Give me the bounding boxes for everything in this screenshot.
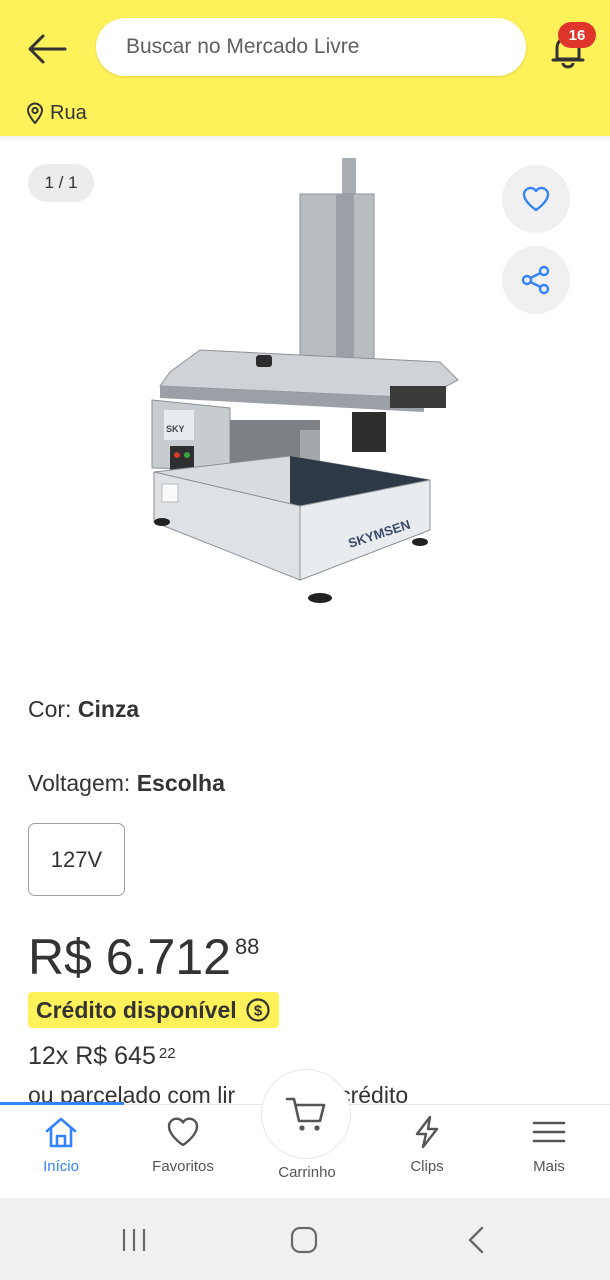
location-label: Rua [50, 101, 87, 124]
product-image[interactable]: SKY SKYMSEN [140, 150, 470, 620]
menu-icon [532, 1121, 566, 1143]
lightning-icon [415, 1115, 439, 1149]
voltage-option-127v[interactable]: 127V [28, 823, 125, 896]
heart-icon [167, 1117, 199, 1147]
back-system-button[interactable] [446, 1220, 506, 1260]
nav-item-carrinho[interactable] [262, 1070, 350, 1158]
header-shadow [0, 136, 610, 142]
share-icon [521, 265, 550, 295]
nav-item-favoritos[interactable]: Favoritos [128, 1114, 238, 1175]
recent-apps-button[interactable] [104, 1220, 164, 1260]
product-price: R$ 6.712 88 [28, 930, 259, 984]
installment-cents: 22 [158, 1045, 176, 1062]
svg-text:$: $ [253, 1003, 262, 1020]
home-circle-icon [290, 1226, 318, 1254]
home-icon [45, 1117, 77, 1148]
share-button[interactable] [502, 246, 570, 314]
heart-icon [522, 186, 550, 212]
price-cents: 88 [234, 934, 260, 959]
nav-label-clips: Clips [410, 1158, 444, 1175]
installment-main: 12x R$ 645 [28, 1042, 156, 1070]
location-selector[interactable]: Rua [26, 100, 87, 126]
nav-label-mais: Mais [533, 1158, 565, 1175]
nav-item-clips[interactable]: Clips [372, 1114, 482, 1175]
color-label: Cor: [28, 696, 78, 722]
favorite-button[interactable] [502, 165, 570, 233]
installment-price: 12x R$ 645 22 [28, 1042, 176, 1071]
chevron-left-icon [468, 1226, 484, 1254]
search-input[interactable]: Buscar no Mercado Livre [96, 18, 526, 76]
home-system-button[interactable] [274, 1220, 334, 1260]
nav-label-favoritos: Favoritos [152, 1158, 214, 1175]
voltage-label: Voltagem: [28, 770, 137, 796]
search-placeholder: Buscar no Mercado Livre [126, 35, 360, 58]
notification-badge: 16 [558, 22, 596, 48]
coin-icon: $ [246, 998, 270, 1022]
svg-text:SKY: SKY [166, 424, 185, 434]
image-counter: 1 / 1 [28, 164, 94, 202]
color-variation: Cor: Cinza [28, 696, 139, 723]
voltage-variation: Voltagem: Escolha [28, 770, 225, 797]
nav-label-carrinho[interactable]: Carrinho [252, 1164, 362, 1181]
location-pin-icon [26, 102, 44, 124]
arrow-left-icon [28, 34, 67, 64]
price-main: R$ 6.712 [28, 929, 231, 985]
color-value: Cinza [77, 696, 140, 722]
nav-label-inicio: Início [43, 1158, 79, 1175]
nav-item-inicio[interactable]: Início [6, 1114, 116, 1175]
recent-apps-icon [122, 1229, 146, 1251]
active-tab-indicator [0, 1102, 124, 1105]
voltage-value: Escolha [136, 770, 225, 796]
cart-icon [285, 1097, 326, 1131]
credit-available-badge[interactable]: Crédito disponível $ [28, 992, 279, 1028]
nav-item-mais[interactable]: Mais [494, 1114, 604, 1175]
back-button[interactable] [24, 26, 70, 72]
credit-badge-label: Crédito disponível [36, 996, 237, 1023]
